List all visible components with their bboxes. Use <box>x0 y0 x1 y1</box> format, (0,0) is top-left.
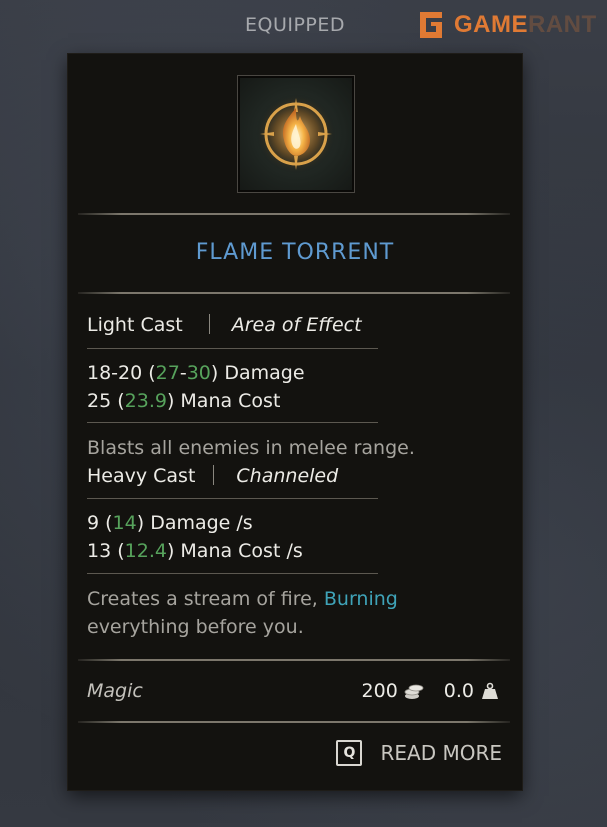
burning-keyword[interactable]: Burning <box>324 588 398 610</box>
weight-value: 0.0 <box>443 680 474 702</box>
price-value: 200 <box>361 680 398 702</box>
divider <box>87 348 378 349</box>
light-cast-description: Blasts all enemies in melee range. <box>87 437 415 459</box>
divider <box>78 659 510 661</box>
light-cast-label: Light Cast <box>87 314 183 336</box>
weight-icon <box>482 682 498 699</box>
watermark: GAMERANT <box>414 8 597 42</box>
divider <box>78 721 510 723</box>
divider <box>78 213 510 215</box>
skill-icon-frame <box>238 76 354 192</box>
heavy-cast-row: Heavy Cast Channeled <box>87 465 338 487</box>
heavy-cast-damage: 9 (14) Damage /s <box>87 512 253 534</box>
divider <box>78 292 510 294</box>
heavy-cast-label: Heavy Cast <box>87 465 196 487</box>
light-cast-row: Light Cast Area of Effect <box>87 314 362 336</box>
light-cast-damage: 18-20 (27-30) Damage <box>87 362 305 384</box>
heavy-cast-description: Creates a stream of fire, Burning <box>87 588 398 610</box>
gamerant-logo-icon <box>420 12 442 38</box>
category-label: Magic <box>87 680 143 702</box>
read-more-label: READ MORE <box>380 741 502 765</box>
skill-tooltip-card: FLAME TORRENT Light Cast Area of Effect 1… <box>68 54 522 790</box>
item-stats: 200 0.0 <box>362 680 500 702</box>
coin-stack-icon <box>404 684 424 699</box>
skill-title: FLAME TORRENT <box>195 240 395 265</box>
flame-torrent-skill-icon <box>256 94 336 174</box>
divider <box>87 573 378 574</box>
watermark-text: GAMERANT <box>454 11 597 38</box>
heavy-cast-mana-cost: 13 (12.4) Mana Cost /s <box>87 540 303 562</box>
light-cast-mana-cost: 25 (23.9) Mana Cost <box>87 390 281 412</box>
heavy-cast-type: Channeled <box>236 465 339 487</box>
divider <box>87 498 378 499</box>
read-more-button[interactable]: Q READ MORE <box>336 740 502 766</box>
separator <box>208 314 210 334</box>
divider <box>87 422 378 423</box>
light-cast-type: Area of Effect <box>231 314 362 336</box>
heavy-cast-description-cont: everything before you. <box>87 616 304 638</box>
separator <box>213 465 215 485</box>
q-key-icon: Q <box>336 740 363 766</box>
